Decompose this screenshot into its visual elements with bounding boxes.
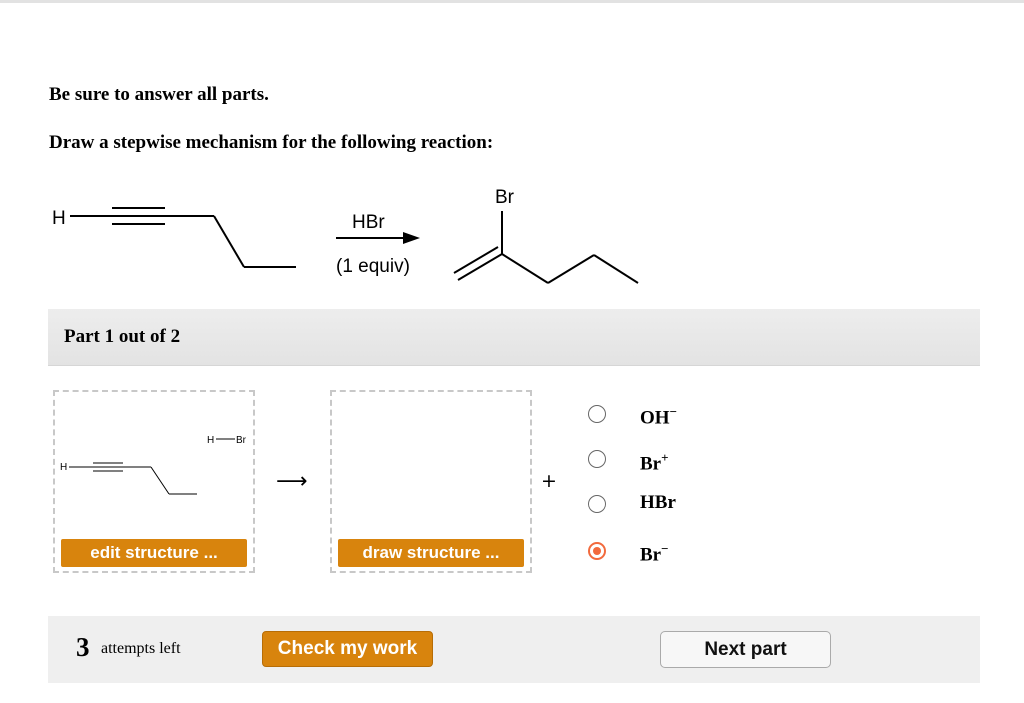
alkyne-h-atom: H: [60, 462, 67, 473]
radio-bromonium[interactable]: [588, 450, 606, 468]
reactant-skeleton: [70, 207, 296, 268]
attempts-count: 3: [76, 632, 90, 662]
option-bromonium-label: Br+: [640, 450, 669, 475]
instruction-answer-all: Be sure to answer all parts.: [49, 84, 269, 105]
reaction-scheme: H HBr (1 equiv) Br: [52, 187, 639, 284]
radio-bromide[interactable]: [588, 542, 606, 560]
check-my-work-button[interactable]: Check my work: [262, 631, 433, 667]
instruction-draw-mechanism: Draw a stepwise mechanism for the follow…: [49, 132, 494, 153]
next-part-button[interactable]: Next part: [660, 631, 831, 668]
edit-structure-button[interactable]: edit structure ...: [61, 539, 247, 567]
reagent-hbr: HBr: [352, 212, 385, 233]
option-hydroxide-label: OH−: [640, 404, 677, 429]
reactant-structure-box: H Br H edit structure ...: [53, 390, 255, 573]
product-skeleton: [453, 211, 639, 284]
alkyne-skeleton: [69, 462, 197, 495]
hbr-h-atom: H: [207, 435, 214, 446]
step-arrow: ⟶: [276, 469, 308, 494]
radio-hbr[interactable]: [588, 495, 606, 513]
reagent-conditions: (1 equiv): [336, 256, 410, 277]
top-divider: [0, 0, 1024, 3]
part-label: Part 1 out of 2: [64, 326, 181, 347]
reactant-h-atom: H: [52, 208, 66, 229]
reaction-arrow: [336, 232, 420, 244]
plus-sign: +: [541, 470, 557, 492]
option-bromide-label: Br−: [640, 541, 669, 566]
product-structure-box[interactable]: draw structure ...: [330, 390, 532, 573]
radio-hydroxide[interactable]: [588, 405, 606, 423]
hbr-br-atom: Br: [236, 435, 247, 446]
option-hbr-label: HBr: [640, 492, 676, 513]
product-br-atom: Br: [495, 187, 515, 208]
attempts-label: attempts left: [101, 640, 181, 657]
part-header: Part 1 out of 2: [48, 309, 980, 366]
footer-bar: [48, 616, 980, 683]
draw-structure-button[interactable]: draw structure ...: [338, 539, 524, 567]
